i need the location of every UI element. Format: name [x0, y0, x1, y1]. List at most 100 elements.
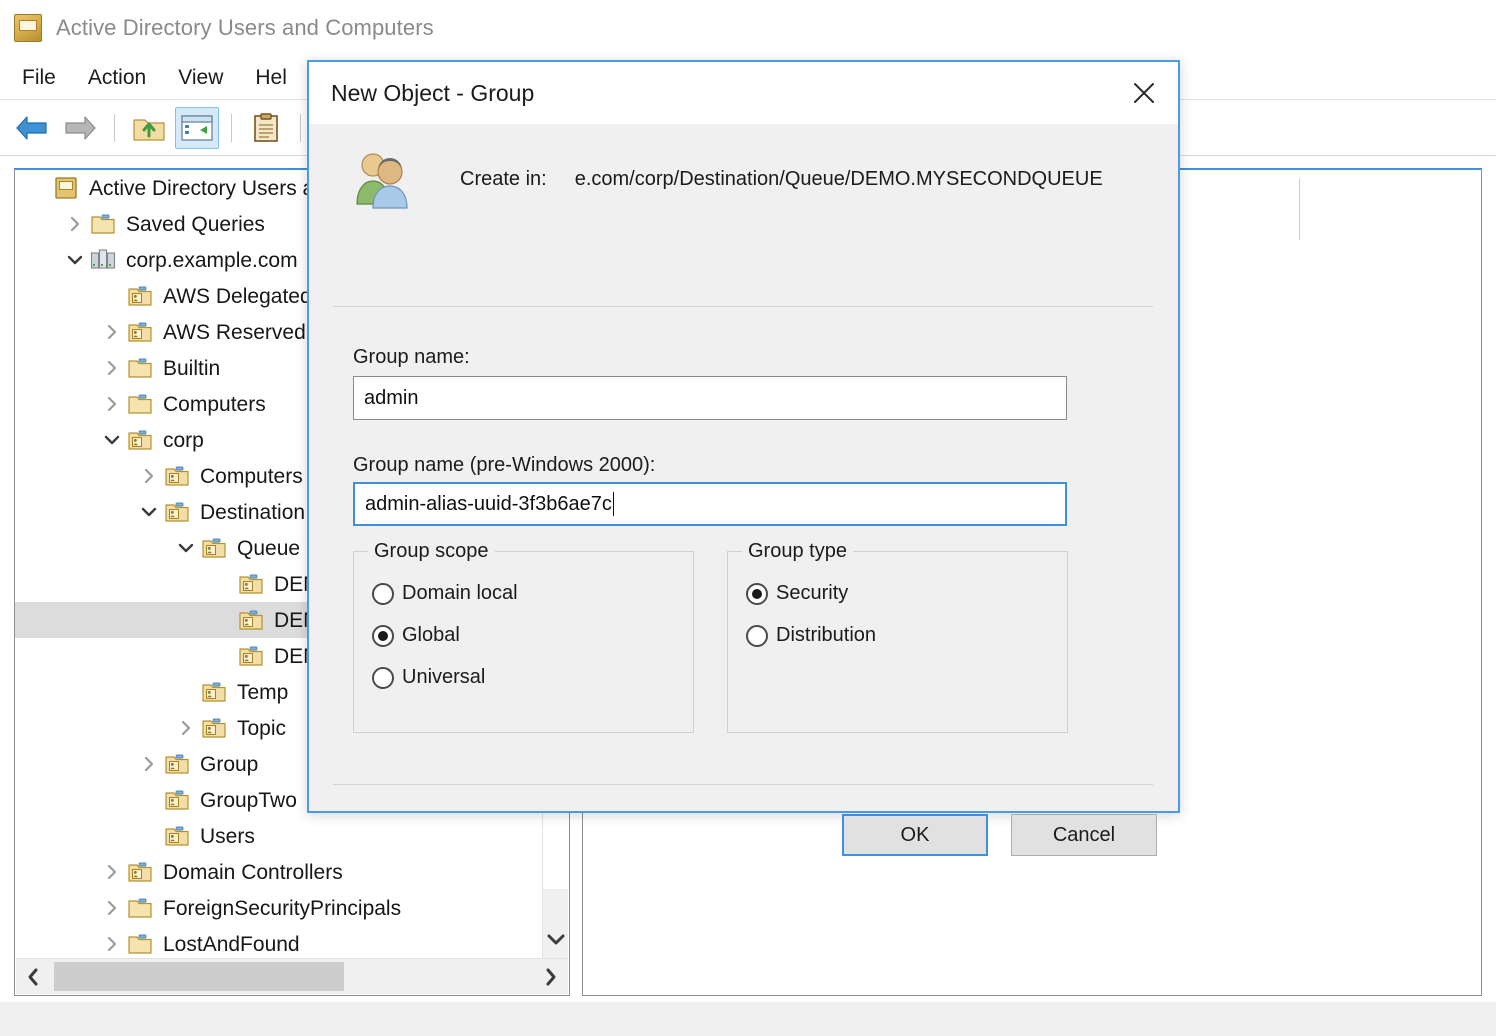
- ou-icon: [164, 788, 190, 812]
- chevron-down-icon[interactable]: [171, 530, 201, 566]
- menu-view[interactable]: View: [162, 63, 239, 93]
- tree-twisty-none: [134, 782, 164, 818]
- new-object-group-dialog: New Object - Group Create in: e.c: [307, 60, 1180, 813]
- ou-icon: [201, 680, 227, 704]
- radio-global-label: Global: [402, 624, 460, 647]
- tree-item-label: Domain Controllers: [163, 862, 343, 883]
- chevron-right-icon[interactable]: [171, 710, 201, 746]
- tree-horizontal-scrollbar[interactable]: [16, 958, 568, 994]
- properties-button[interactable]: [244, 107, 288, 149]
- radio-global-indicator: [372, 625, 394, 647]
- group-scope-legend: Group scope: [368, 540, 495, 563]
- tree-item-label: Users: [200, 826, 255, 847]
- tree-item-label: LostAndFound: [163, 934, 300, 955]
- pre-windows-2000-input[interactable]: admin-alias-uuid-3f3b6ae7c: [353, 482, 1067, 526]
- tree-scroll-down-button[interactable]: [543, 920, 568, 960]
- dialog-titlebar: New Object - Group: [309, 62, 1178, 124]
- console-book-icon: [53, 176, 79, 200]
- chevron-right-icon[interactable]: [134, 746, 164, 782]
- chevron-right-icon[interactable]: [97, 350, 127, 386]
- up-one-level-button[interactable]: [127, 107, 171, 149]
- radio-distribution-label: Distribution: [776, 624, 876, 647]
- group-name-label: Group name:: [353, 346, 470, 369]
- radio-global[interactable]: Global: [372, 624, 460, 647]
- chevron-down-icon[interactable]: [97, 422, 127, 458]
- tree-twisty-none: [23, 170, 53, 206]
- dialog-separator-bottom: [333, 784, 1153, 785]
- dialog-separator-top: [333, 306, 1153, 307]
- tree-scroll-right-button[interactable]: [534, 959, 568, 994]
- console-book-icon: [14, 14, 42, 42]
- radio-universal[interactable]: Universal: [372, 666, 485, 689]
- tree-item[interactable]: ForeignSecurityPrincipals: [15, 890, 544, 926]
- tree-item-label: Saved Queries: [126, 214, 265, 235]
- tree-item[interactable]: Users: [15, 818, 544, 854]
- console-tree-icon[interactable]: [175, 107, 219, 149]
- tree-item-label: Builtin: [163, 358, 220, 379]
- ou-icon: [164, 752, 190, 776]
- tree-item-label: corp.example.com: [126, 250, 298, 271]
- menu-action[interactable]: Action: [72, 63, 162, 93]
- ou-icon: [201, 536, 227, 560]
- tree-item-label: ForeignSecurityPrincipals: [163, 898, 401, 919]
- chevron-down-icon[interactable]: [60, 242, 90, 278]
- column-divider[interactable]: [1299, 178, 1300, 240]
- folder-icon: [127, 896, 153, 920]
- chevron-right-icon[interactable]: [97, 890, 127, 926]
- tree-twisty-none: [134, 818, 164, 854]
- tree-item-label: corp: [163, 430, 204, 451]
- tree-item-label: Temp: [237, 682, 288, 703]
- radio-security-label: Security: [776, 582, 848, 605]
- ou-icon: [164, 464, 190, 488]
- radio-universal-indicator: [372, 667, 394, 689]
- tree-item-label: Computers: [200, 466, 303, 487]
- chevron-down-icon[interactable]: [134, 494, 164, 530]
- create-in-label: Create in:: [460, 168, 547, 191]
- tree-item[interactable]: Domain Controllers: [15, 854, 544, 890]
- ou-icon: [238, 572, 264, 596]
- group-name-input[interactable]: admin: [353, 376, 1067, 420]
- group-name-value: admin: [364, 387, 418, 410]
- radio-domain-local-indicator: [372, 583, 394, 605]
- folder-icon: [127, 392, 153, 416]
- menu-help[interactable]: Hel: [239, 63, 303, 93]
- tree-scroll-left-button[interactable]: [16, 959, 50, 994]
- radio-domain-local[interactable]: Domain local: [372, 582, 518, 605]
- tree-item-label: AWS Reserved: [163, 322, 306, 343]
- ou-icon: [164, 500, 190, 524]
- ou-icon: [127, 320, 153, 344]
- group-type-fieldset: Group type Security Distribution: [727, 551, 1068, 733]
- back-button[interactable]: [10, 107, 54, 149]
- radio-distribution[interactable]: Distribution: [746, 624, 876, 647]
- forward-button[interactable]: [58, 107, 102, 149]
- tree-item[interactable]: LostAndFound: [15, 926, 544, 960]
- radio-domain-local-label: Domain local: [402, 582, 518, 605]
- ou-icon: [127, 284, 153, 308]
- tree-item-label: Queue: [237, 538, 300, 559]
- radio-distribution-indicator: [746, 625, 768, 647]
- ou-icon: [127, 428, 153, 452]
- close-x-icon[interactable]: [1110, 62, 1178, 123]
- ou-icon: [201, 716, 227, 740]
- cancel-button[interactable]: Cancel: [1011, 814, 1157, 856]
- create-in-path: e.com/corp/Destination/Queue/DEMO.MYSECO…: [575, 168, 1103, 191]
- text-caret: [613, 492, 614, 516]
- chevron-right-icon[interactable]: [97, 386, 127, 422]
- tree-twisty-none: [208, 602, 238, 638]
- ok-button[interactable]: OK: [842, 814, 988, 856]
- tree-twisty-none: [97, 278, 127, 314]
- tree-item-label: Topic: [237, 718, 286, 739]
- menu-file[interactable]: File: [14, 63, 72, 93]
- radio-security[interactable]: Security: [746, 582, 848, 605]
- toolbar-separator: [300, 114, 301, 142]
- chevron-right-icon[interactable]: [134, 458, 164, 494]
- chevron-right-icon[interactable]: [60, 206, 90, 242]
- ou-icon: [164, 824, 190, 848]
- chevron-right-icon[interactable]: [97, 314, 127, 350]
- pre-windows-2000-label: Group name (pre-Windows 2000):: [353, 454, 655, 477]
- tree-twisty-none: [171, 674, 201, 710]
- chevron-right-icon[interactable]: [97, 854, 127, 890]
- tree-item-label: Computers: [163, 394, 266, 415]
- chevron-right-icon[interactable]: [97, 926, 127, 960]
- tree-hscroll-thumb[interactable]: [54, 962, 344, 991]
